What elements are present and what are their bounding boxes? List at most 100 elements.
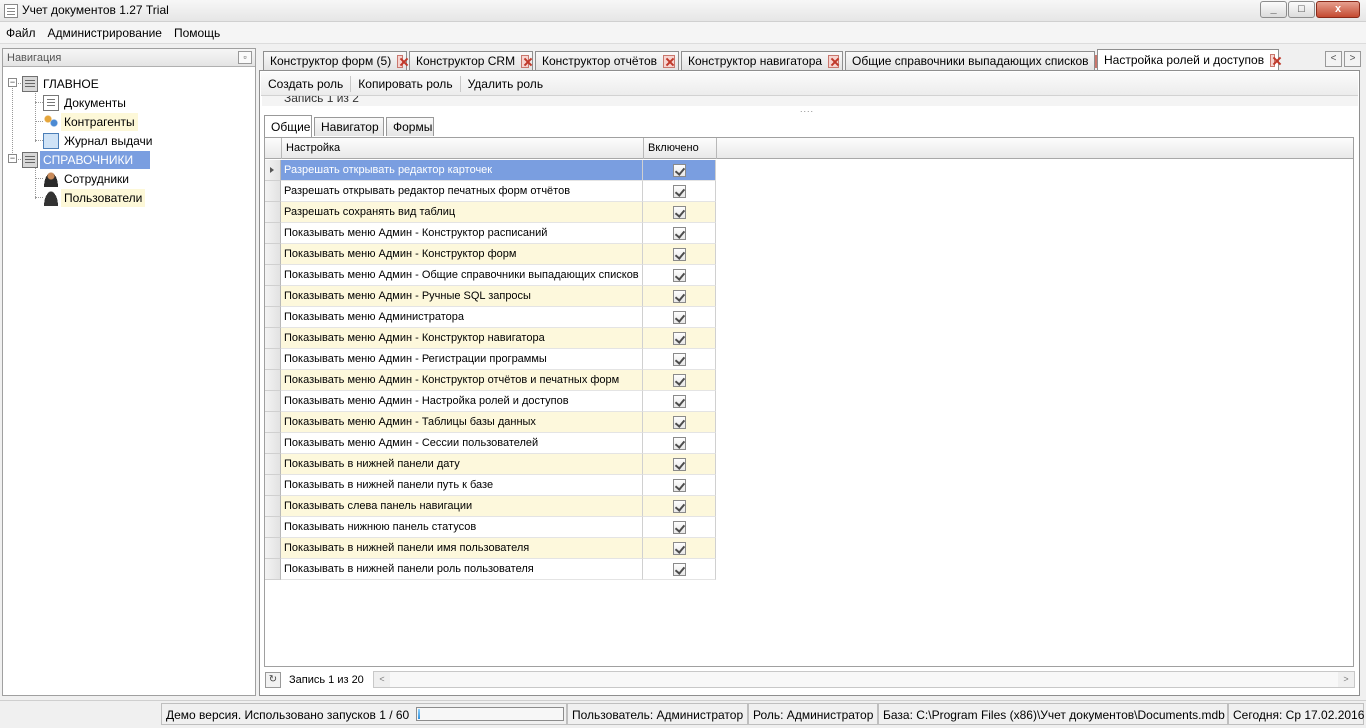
horizontal-scrollbar[interactable]: < > <box>373 671 1355 688</box>
table-row[interactable]: Показывать меню Админ - Регистрации прог… <box>265 349 717 370</box>
table-row[interactable]: Показывать меню Админ - Конструктор отчё… <box>265 370 717 391</box>
tab-crm-builder[interactable]: Конструктор CRM <box>409 51 533 70</box>
enabled-cell[interactable] <box>643 538 716 559</box>
row-selector[interactable] <box>265 202 281 223</box>
setting-name-cell[interactable]: Показывать меню Админ - Сессии пользоват… <box>281 433 643 454</box>
enabled-checkbox[interactable] <box>673 542 686 555</box>
row-selector[interactable] <box>265 454 281 475</box>
tab-forms[interactable]: Формы <box>386 117 434 136</box>
enabled-checkbox[interactable] <box>673 479 686 492</box>
enabled-cell[interactable] <box>643 433 716 454</box>
close-tab-icon[interactable] <box>828 54 839 68</box>
row-selector[interactable] <box>265 160 281 181</box>
enabled-checkbox[interactable] <box>673 437 686 450</box>
create-role-button[interactable]: Создать роль <box>261 75 352 92</box>
table-row[interactable]: Показывать меню Админ - Конструктор расп… <box>265 223 717 244</box>
table-row[interactable]: Показывать в нижней панели путь к базе <box>265 475 717 496</box>
table-row[interactable]: Разрешать открывать редактор карточек <box>265 160 717 181</box>
tab-scroll-right-button[interactable]: > <box>1344 51 1361 67</box>
table-row[interactable]: Разрешать открывать редактор печатных фо… <box>265 181 717 202</box>
table-row[interactable]: Показывать меню Админ - Ручные SQL запро… <box>265 286 717 307</box>
close-button[interactable]: x <box>1316 1 1360 18</box>
row-selector[interactable] <box>265 517 281 538</box>
table-row[interactable]: Показывать меню Админ - Конструктор нави… <box>265 328 717 349</box>
setting-name-cell[interactable]: Разрешать открывать редактор карточек <box>281 160 643 181</box>
close-tab-icon[interactable] <box>1270 53 1275 67</box>
enabled-checkbox[interactable] <box>673 248 686 261</box>
table-row[interactable]: Показывать нижнюю панель статусов <box>265 517 717 538</box>
enabled-checkbox[interactable] <box>673 521 686 534</box>
enabled-checkbox[interactable] <box>673 563 686 576</box>
setting-name-cell[interactable]: Показывать меню Админ - Конструктор форм <box>281 244 643 265</box>
row-selector[interactable] <box>265 370 281 391</box>
enabled-checkbox[interactable] <box>673 227 686 240</box>
row-selector[interactable] <box>265 559 281 580</box>
enabled-checkbox[interactable] <box>673 269 686 282</box>
enabled-cell[interactable] <box>643 475 716 496</box>
row-selector[interactable] <box>265 223 281 244</box>
close-tab-icon[interactable] <box>397 54 403 68</box>
table-row[interactable]: Показывать в нижней панели роль пользова… <box>265 559 717 580</box>
close-tab-icon[interactable] <box>663 54 675 68</box>
setting-name-cell[interactable]: Показывать меню Админ - Общие справочник… <box>281 265 643 286</box>
enabled-cell[interactable] <box>643 244 716 265</box>
setting-name-cell[interactable]: Показывать слева панель навигации <box>281 496 643 517</box>
tab-navigator-builder[interactable]: Конструктор навигатора <box>681 51 843 70</box>
row-selector[interactable] <box>265 328 281 349</box>
enabled-checkbox[interactable] <box>673 458 686 471</box>
enabled-checkbox[interactable] <box>673 311 686 324</box>
tree-item-contractors[interactable]: Контрагенты <box>43 112 138 131</box>
tab-form-builder[interactable]: Конструктор форм (5) <box>263 51 407 70</box>
row-selector[interactable] <box>265 433 281 454</box>
setting-name-cell[interactable]: Показывать меню Админ - Конструктор расп… <box>281 223 643 244</box>
tree-item-employees[interactable]: Сотрудники <box>43 169 132 188</box>
setting-name-cell[interactable]: Показывать нижнюю панель статусов <box>281 517 643 538</box>
table-row[interactable]: Показывать меню Админ - Таблицы базы дан… <box>265 412 717 433</box>
setting-name-cell[interactable]: Показывать в нижней панели дату <box>281 454 643 475</box>
setting-name-cell[interactable]: Разрешать открывать редактор печатных фо… <box>281 181 643 202</box>
enabled-checkbox[interactable] <box>673 353 686 366</box>
row-selector[interactable] <box>265 286 281 307</box>
collapse-icon[interactable]: − <box>8 154 17 163</box>
enabled-cell[interactable] <box>643 160 716 181</box>
table-row[interactable]: Показывать слева панель навигации <box>265 496 717 517</box>
scroll-left-icon[interactable]: < <box>374 672 390 687</box>
tree-item-documents[interactable]: Документы <box>43 93 129 112</box>
row-selector[interactable] <box>265 181 281 202</box>
enabled-checkbox[interactable] <box>673 206 686 219</box>
tab-navigator[interactable]: Навигатор <box>314 117 384 136</box>
setting-name-cell[interactable]: Показывать в нижней панели имя пользоват… <box>281 538 643 559</box>
enabled-cell[interactable] <box>643 496 716 517</box>
row-selector[interactable] <box>265 538 281 559</box>
table-row[interactable]: Разрешать сохранять вид таблиц <box>265 202 717 223</box>
tab-report-builder[interactable]: Конструктор отчётов <box>535 51 679 70</box>
enabled-checkbox[interactable] <box>673 416 686 429</box>
tree-item-journal[interactable]: Журнал выдачи <box>43 131 156 150</box>
table-row[interactable]: Показывать меню Админ - Конструктор форм <box>265 244 717 265</box>
enabled-checkbox[interactable] <box>673 332 686 345</box>
table-row[interactable]: Показывать в нижней панели дату <box>265 454 717 475</box>
enabled-cell[interactable] <box>643 454 716 475</box>
refresh-icon[interactable]: ↻ <box>265 672 281 688</box>
setting-name-cell[interactable]: Показывать меню Администратора <box>281 307 643 328</box>
tab-scroll-left-button[interactable]: < <box>1325 51 1342 67</box>
menu-file[interactable]: Файл <box>0 22 42 43</box>
table-row[interactable]: Показывать меню Админ - Общие справочник… <box>265 265 717 286</box>
delete-role-button[interactable]: Удалить роль <box>461 76 551 92</box>
collapse-icon[interactable]: − <box>8 78 17 87</box>
enabled-cell[interactable] <box>643 517 716 538</box>
setting-name-cell[interactable]: Показывать в нижней панели путь к базе <box>281 475 643 496</box>
tab-general[interactable]: Общие <box>264 115 312 137</box>
setting-name-cell[interactable]: Показывать меню Админ - Конструктор отчё… <box>281 370 643 391</box>
tree-item-users[interactable]: Пользователи <box>43 188 146 207</box>
row-selector[interactable] <box>265 412 281 433</box>
scroll-right-icon[interactable]: > <box>1338 672 1354 687</box>
tab-common-directories[interactable]: Общие справочники выпадающих списков <box>845 51 1097 70</box>
setting-name-cell[interactable]: Разрешать сохранять вид таблиц <box>281 202 643 223</box>
setting-name-cell[interactable]: Показывать меню Админ - Конструктор нави… <box>281 328 643 349</box>
minimize-button[interactable]: _ <box>1260 1 1287 18</box>
enabled-checkbox[interactable] <box>673 500 686 513</box>
column-enabled[interactable]: Включено <box>644 138 717 159</box>
table-row[interactable]: Показывать в нижней панели имя пользоват… <box>265 538 717 559</box>
enabled-cell[interactable] <box>643 559 716 580</box>
